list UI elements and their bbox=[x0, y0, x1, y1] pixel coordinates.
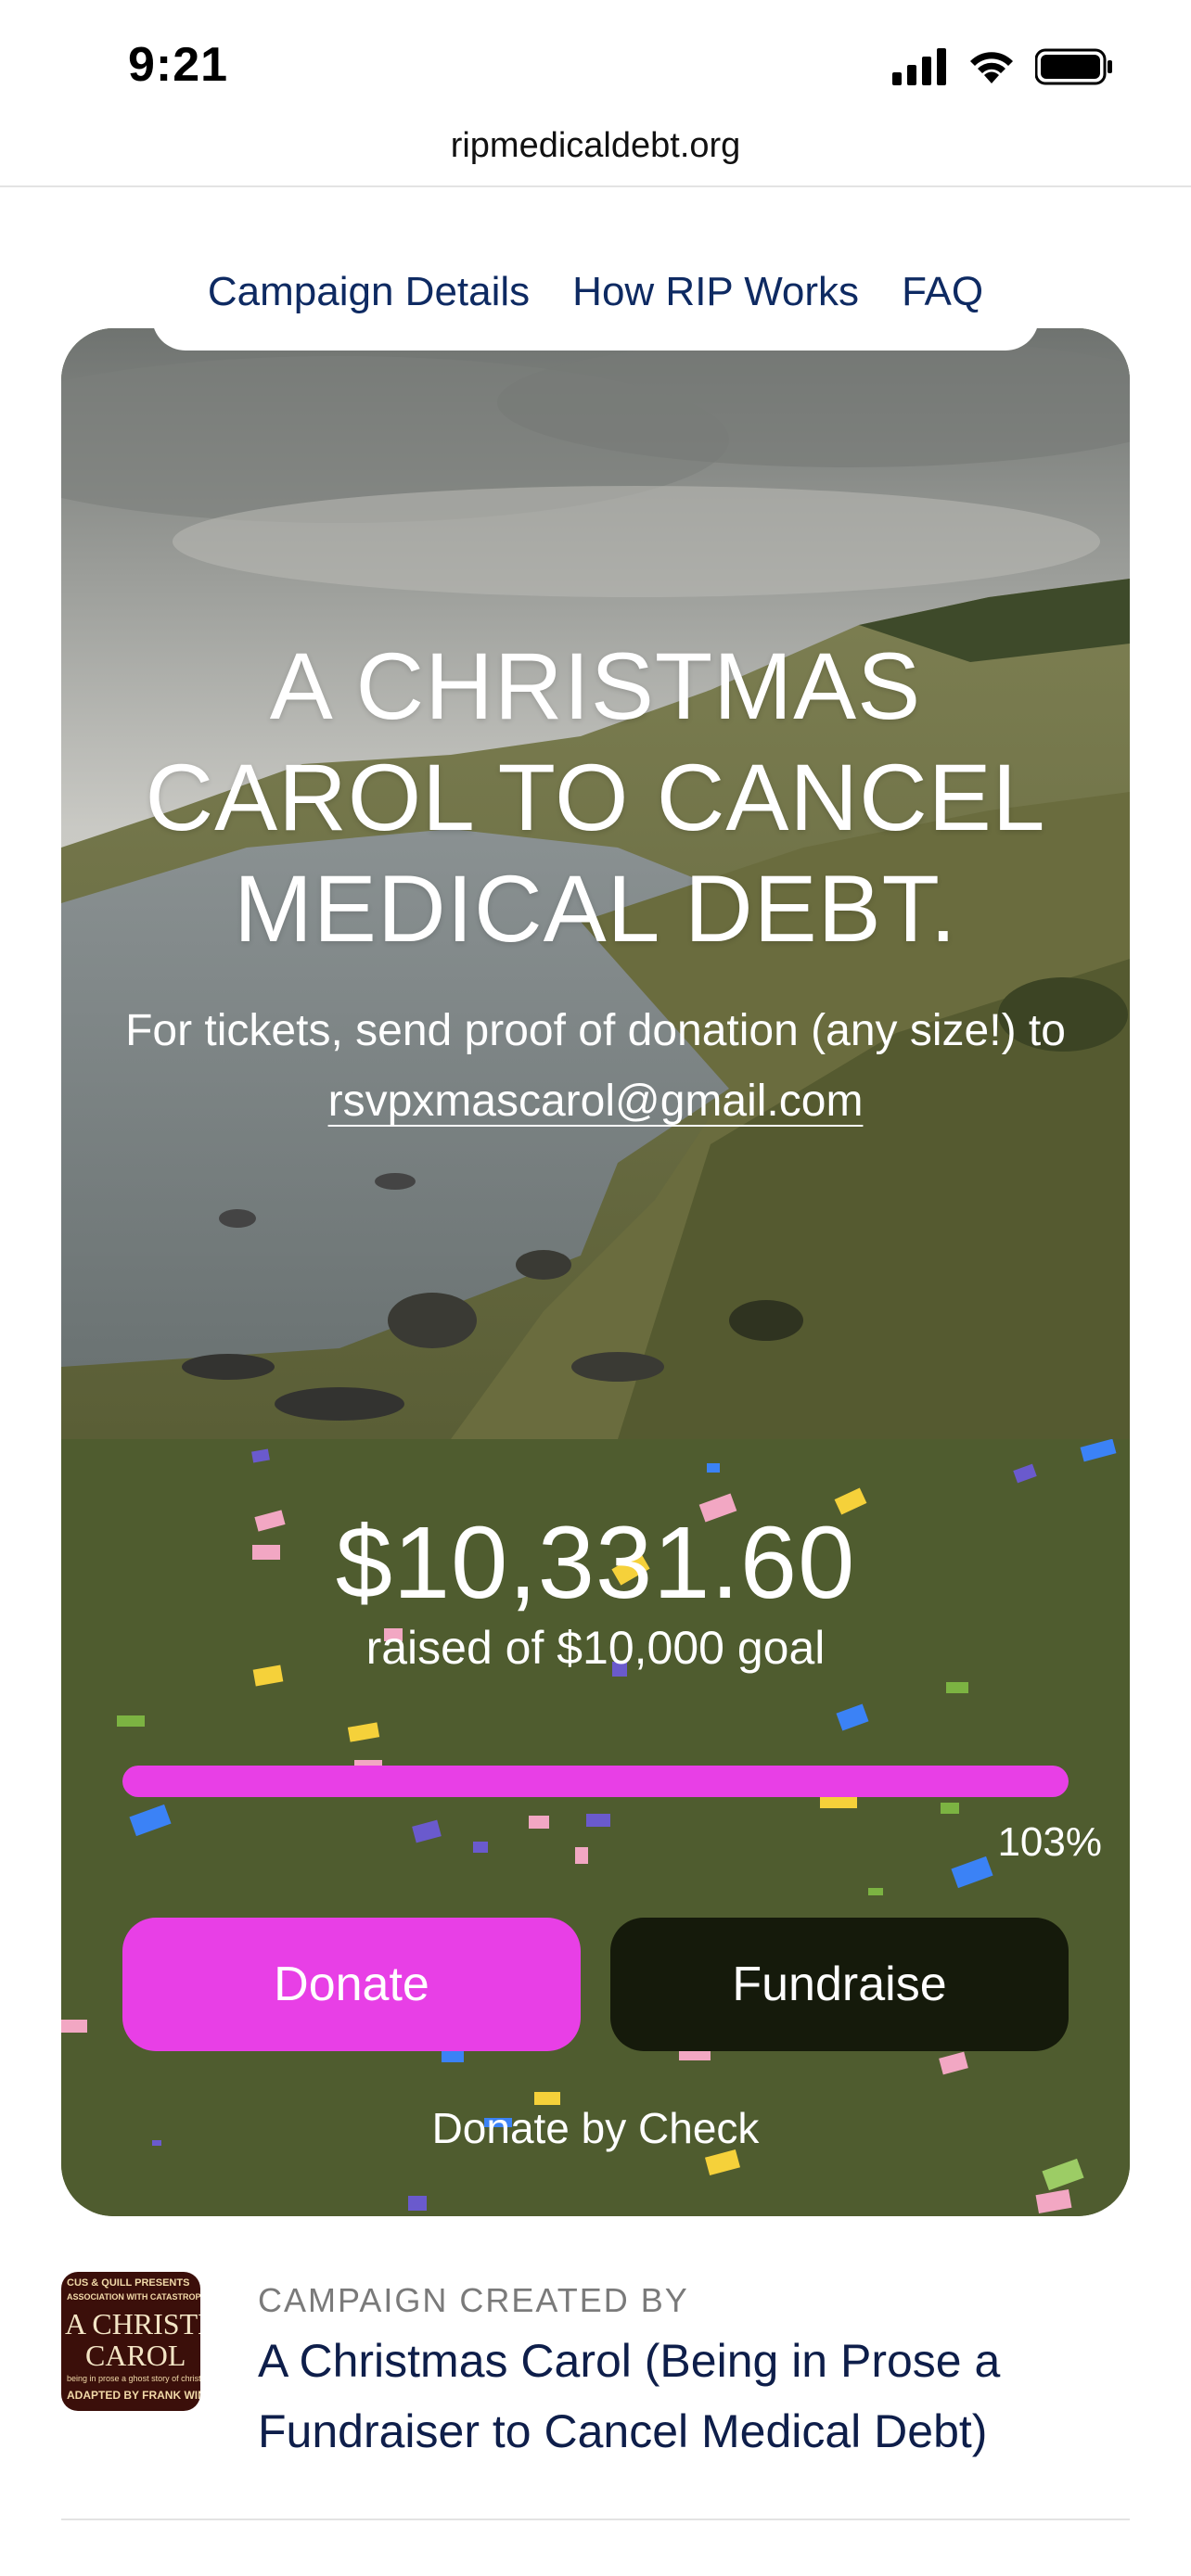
campaign-subtitle: For tickets, send proof of donation (any… bbox=[98, 996, 1093, 1137]
nav-how-rip-works[interactable]: How RIP Works bbox=[572, 269, 859, 315]
avatar-text: ASSOCIATION WITH CATASTROPHE PLAYS bbox=[67, 2292, 200, 2302]
goal-text: raised of $10,000 goal bbox=[365, 1622, 826, 1674]
progress-fill bbox=[122, 1766, 1069, 1797]
url-bar[interactable]: ripmedicaldebt.org bbox=[0, 117, 1191, 187]
title-line: MEDICAL DEBT. bbox=[233, 856, 958, 962]
creator-avatar[interactable]: CUS & QUILL PRESENTS ASSOCIATION WITH CA… bbox=[61, 2272, 200, 2411]
signal-icon bbox=[892, 48, 946, 85]
hero-section: A CHRISTMAS CAROL TO CANCEL MEDICAL DEBT… bbox=[61, 328, 1130, 1439]
status-bar: 9:21 bbox=[0, 0, 1191, 130]
progress-bar bbox=[122, 1766, 1069, 1797]
wifi-icon bbox=[970, 52, 1013, 83]
campaign-nav: Campaign Details How RIP Works FAQ bbox=[0, 269, 1191, 315]
creator-label: CAMPAIGN CREATED BY bbox=[258, 2281, 689, 2319]
nav-faq[interactable]: FAQ bbox=[902, 269, 983, 315]
avatar-text: being in prose a ghost story of christma… bbox=[67, 2374, 200, 2383]
title-line: CAROL TO CANCEL bbox=[145, 745, 1046, 850]
progress-percent: 103% bbox=[997, 1819, 1102, 1865]
avatar-text: A CHRISTMAS bbox=[65, 2307, 200, 2340]
amount-raised: $10,331.60 bbox=[335, 1506, 856, 1620]
status-time: 9:21 bbox=[128, 38, 229, 92]
avatar-text: CUS & QUILL PRESENTS bbox=[67, 2277, 190, 2289]
title-line: A CHRISTMAS bbox=[269, 633, 922, 739]
avatar-text: CAROL bbox=[85, 2339, 186, 2372]
campaign-card: A CHRISTMAS CAROL TO CANCEL MEDICAL DEBT… bbox=[61, 328, 1130, 2216]
nav-campaign-details[interactable]: Campaign Details bbox=[208, 269, 530, 315]
donate-button[interactable]: Donate bbox=[122, 1918, 581, 2051]
url-text: ripmedicaldebt.org bbox=[450, 126, 741, 165]
campaign-title: A CHRISTMAS CAROL TO CANCEL MEDICAL DEBT… bbox=[98, 631, 1093, 964]
avatar-text: ADAPTED BY FRANK WINTER bbox=[67, 2389, 200, 2402]
fundraise-button[interactable]: Fundraise bbox=[610, 1918, 1069, 2051]
status-icons bbox=[892, 46, 1113, 87]
battery-icon bbox=[1035, 48, 1112, 85]
fundraiser-panel: $10,331.60 raised of $10,000 goal 103% D… bbox=[61, 1439, 1130, 2216]
subtitle-text: For tickets, send proof of donation (any… bbox=[125, 1006, 1066, 1055]
donate-by-check-link[interactable]: Donate by Check bbox=[61, 2103, 1130, 2153]
creator-name-link[interactable]: A Christmas Carol (Being in Prose a Fund… bbox=[258, 2326, 1093, 2467]
divider bbox=[61, 2519, 1130, 2520]
email-link[interactable]: rsvpxmascarol@gmail.com bbox=[328, 1077, 864, 1126]
